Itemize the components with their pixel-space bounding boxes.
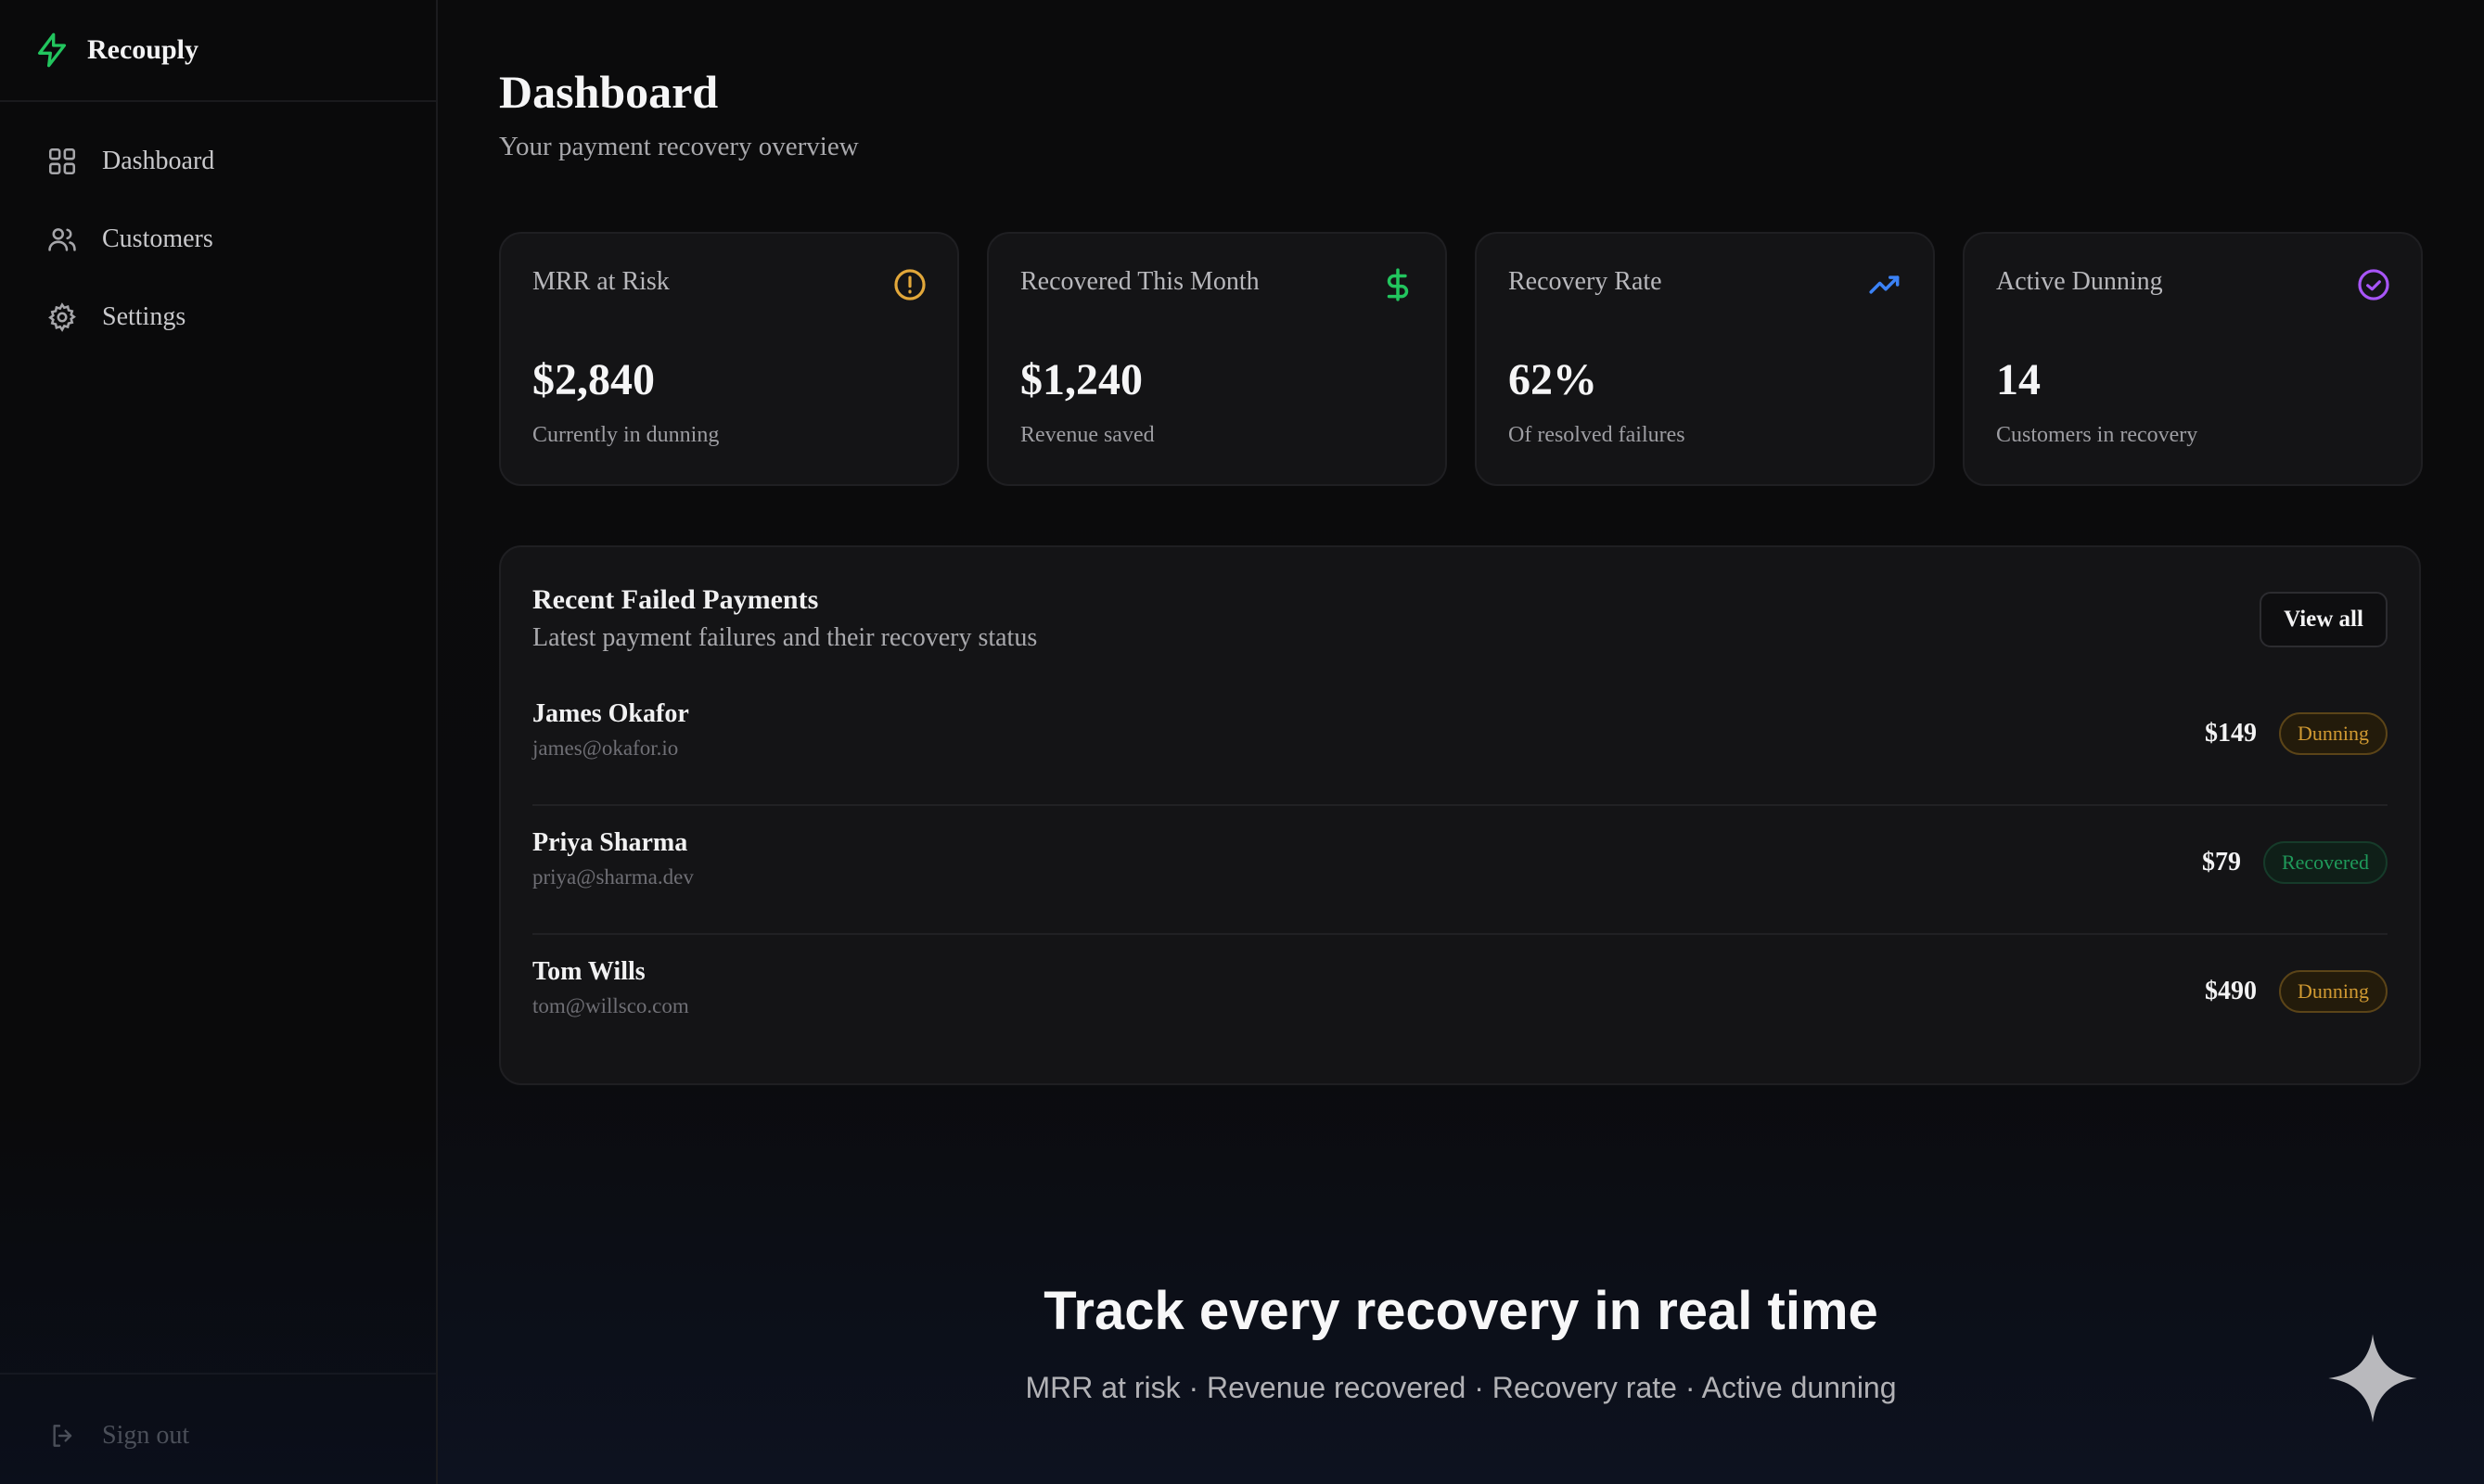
list-item[interactable]: Priya Sharma priya@sharma.dev $79 Recove…: [532, 806, 2388, 935]
stat-caption: Currently in dunning: [532, 423, 720, 447]
sign-out-label: Sign out: [102, 1421, 190, 1450]
payment-meta: $149 Dunning: [2205, 712, 2388, 755]
divider: [0, 1373, 436, 1375]
payment-meta: $490 Dunning: [2205, 970, 2388, 1013]
stat-card-active-dunning: Active Dunning 14 Customers in recovery: [1963, 232, 2423, 486]
stat-cards: MRR at Risk $2,840 Currently in dunning …: [499, 232, 2423, 486]
brand[interactable]: Recouply: [0, 0, 436, 102]
stat-label: MRR at Risk: [532, 267, 670, 296]
gear-icon: [48, 302, 76, 332]
dollar-icon: [1387, 268, 1409, 301]
stat-card-recovered: Recovered This Month $1,240 Revenue save…: [987, 232, 1447, 486]
promo-headline: Track every recovery in real time: [1044, 1281, 1878, 1341]
customer-email: tom@willsco.com: [532, 994, 689, 1017]
page-title: Dashboard: [499, 66, 719, 118]
list-item[interactable]: Tom Wills tom@willsco.com $490 Dunning: [532, 935, 2388, 1064]
sidebar-item-label: Customers: [102, 224, 213, 253]
brand-name: Recouply: [87, 34, 198, 65]
stat-label: Active Dunning: [1996, 267, 2163, 296]
app-window: Recouply Dashboard Customers Settings Si…: [0, 0, 2484, 1484]
payment-amount: $490: [2205, 977, 2257, 1005]
customer-name: James Okafor: [532, 699, 689, 728]
stat-value: 62%: [1508, 355, 1597, 404]
customer-name: Priya Sharma: [532, 828, 688, 857]
stat-value: 14: [1996, 355, 2041, 404]
page-subtitle: Your payment recovery overview: [499, 132, 859, 161]
promo-subheadline: MRR at risk · Revenue recovered · Recove…: [1025, 1371, 1897, 1404]
stat-card-mrr-at-risk: MRR at Risk $2,840 Currently in dunning: [499, 232, 959, 486]
customer-email: priya@sharma.dev: [532, 865, 694, 889]
payment-amount: $79: [2201, 848, 2241, 876]
customer-name: Tom Wills: [532, 957, 646, 986]
stat-value: $2,840: [532, 355, 655, 404]
sidebar-item-settings[interactable]: Settings: [0, 278, 436, 356]
payment-amount: $149: [2205, 719, 2257, 748]
alert-circle-icon: [894, 269, 926, 301]
panel-subtitle: Latest payment failures and their recove…: [532, 623, 1038, 652]
recent-failed-payments-panel: Recent Failed Payments Latest payment fa…: [499, 545, 2421, 1085]
main-content: Dashboard Your payment recovery overview…: [438, 0, 2484, 1484]
sign-out-button[interactable]: Sign out: [48, 1421, 189, 1451]
customer-email: james@okafor.io: [532, 736, 679, 760]
customer-info: James Okafor james@okafor.io: [532, 699, 689, 761]
status-badge: Dunning: [2279, 712, 2388, 755]
lightning-icon: [38, 32, 67, 68]
sign-out-icon: [53, 1425, 72, 1447]
sidebar-item-label: Dashboard: [102, 147, 215, 175]
list-item[interactable]: James Okafor james@okafor.io $149 Dunnin…: [532, 677, 2388, 806]
status-badge: Recovered: [2262, 841, 2388, 884]
customer-info: Tom Wills tom@willsco.com: [532, 957, 689, 1018]
payments-list: James Okafor james@okafor.io $149 Dunnin…: [532, 677, 2388, 1064]
customer-info: Priya Sharma priya@sharma.dev: [532, 828, 694, 889]
users-icon: [48, 228, 76, 251]
payment-meta: $79 Recovered: [2202, 841, 2388, 884]
stat-card-recovery-rate: Recovery Rate 62% Of resolved failures: [1475, 232, 1935, 486]
check-circle-icon: [2358, 269, 2389, 301]
trending-up-icon: [1869, 275, 1900, 294]
stat-value: $1,240: [1020, 355, 1143, 404]
stat-caption: Customers in recovery: [1996, 423, 2198, 447]
panel-title: Recent Failed Payments: [532, 584, 819, 615]
sparkle-icon: [2328, 1334, 2417, 1423]
sidebar-item-customers[interactable]: Customers: [0, 200, 436, 278]
sidebar-item-dashboard[interactable]: Dashboard: [0, 122, 436, 200]
grid-icon: [48, 147, 76, 175]
stat-caption: Of resolved failures: [1508, 423, 1685, 447]
status-badge: Dunning: [2279, 970, 2388, 1013]
stat-label: Recovered This Month: [1020, 267, 1260, 296]
sidebar-nav: Dashboard Customers Settings: [0, 102, 436, 356]
sidebar: Recouply Dashboard Customers Settings Si…: [0, 0, 438, 1484]
view-all-button[interactable]: View all: [2260, 592, 2388, 647]
stat-caption: Revenue saved: [1020, 423, 1155, 447]
sidebar-item-label: Settings: [102, 302, 186, 331]
stat-label: Recovery Rate: [1508, 267, 1662, 296]
